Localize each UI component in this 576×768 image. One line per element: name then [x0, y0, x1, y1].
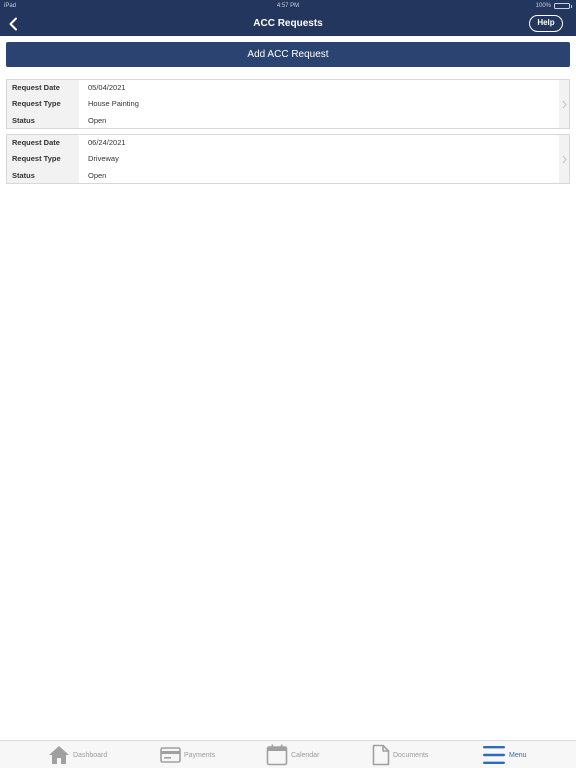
add-acc-request-button[interactable]: Add ACC Request	[6, 42, 570, 67]
request-type-value: House Painting	[88, 99, 139, 108]
calendar-icon	[266, 744, 288, 766]
tab-label: Calendar	[291, 751, 320, 759]
status-value: Open	[88, 116, 107, 125]
tab-payments[interactable]: Payments	[160, 741, 215, 768]
page-title: ACC Requests	[253, 18, 323, 29]
help-button[interactable]: Help	[529, 15, 563, 32]
request-type-label: Request Type	[12, 154, 61, 163]
tab-documents[interactable]: Documents	[372, 741, 428, 768]
battery-percent: 100%	[535, 3, 551, 9]
tab-menu[interactable]: Menu	[482, 741, 527, 768]
home-icon	[49, 746, 69, 764]
tab-dashboard[interactable]: Dashboard	[48, 741, 107, 768]
document-icon	[372, 744, 390, 766]
tab-label: Payments	[184, 751, 216, 759]
chevron-right-icon	[562, 155, 567, 163]
status-label: Status	[12, 171, 35, 180]
request-type-value: Driveway	[88, 154, 119, 163]
request-date-value: 05/04/2021	[88, 83, 126, 92]
chevron-column	[559, 80, 569, 128]
tab-label: Menu	[509, 751, 527, 759]
menu-icon	[483, 746, 505, 764]
tab-label: Dashboard	[73, 751, 108, 759]
status-time: 4:57 PM	[276, 3, 300, 9]
request-date-label: Request Date	[12, 138, 60, 147]
status-right: 100%	[535, 0, 572, 12]
tab-label: Documents	[393, 751, 429, 759]
credit-card-icon	[160, 747, 181, 763]
chevron-column	[559, 135, 569, 183]
request-date-label: Request Date	[12, 83, 60, 92]
status-bar: iPad 4:57 PM 100%	[0, 0, 576, 12]
request-card-1[interactable]: Request Date 05/04/2021 Request Type Hou…	[6, 79, 570, 129]
tab-bar: Dashboard Payments Calendar Documents Me…	[0, 740, 576, 768]
request-date-value: 06/24/2021	[88, 138, 126, 147]
request-card-2[interactable]: Request Date 06/24/2021 Request Type Dri…	[6, 134, 570, 184]
status-value: Open	[88, 171, 107, 180]
battery-icon	[554, 3, 572, 9]
status-label: Status	[12, 116, 35, 125]
navigation-bar: ACC Requests Help	[0, 12, 576, 36]
tab-calendar[interactable]: Calendar	[266, 741, 319, 768]
chevron-right-icon	[562, 100, 567, 108]
request-type-label: Request Type	[12, 99, 61, 108]
